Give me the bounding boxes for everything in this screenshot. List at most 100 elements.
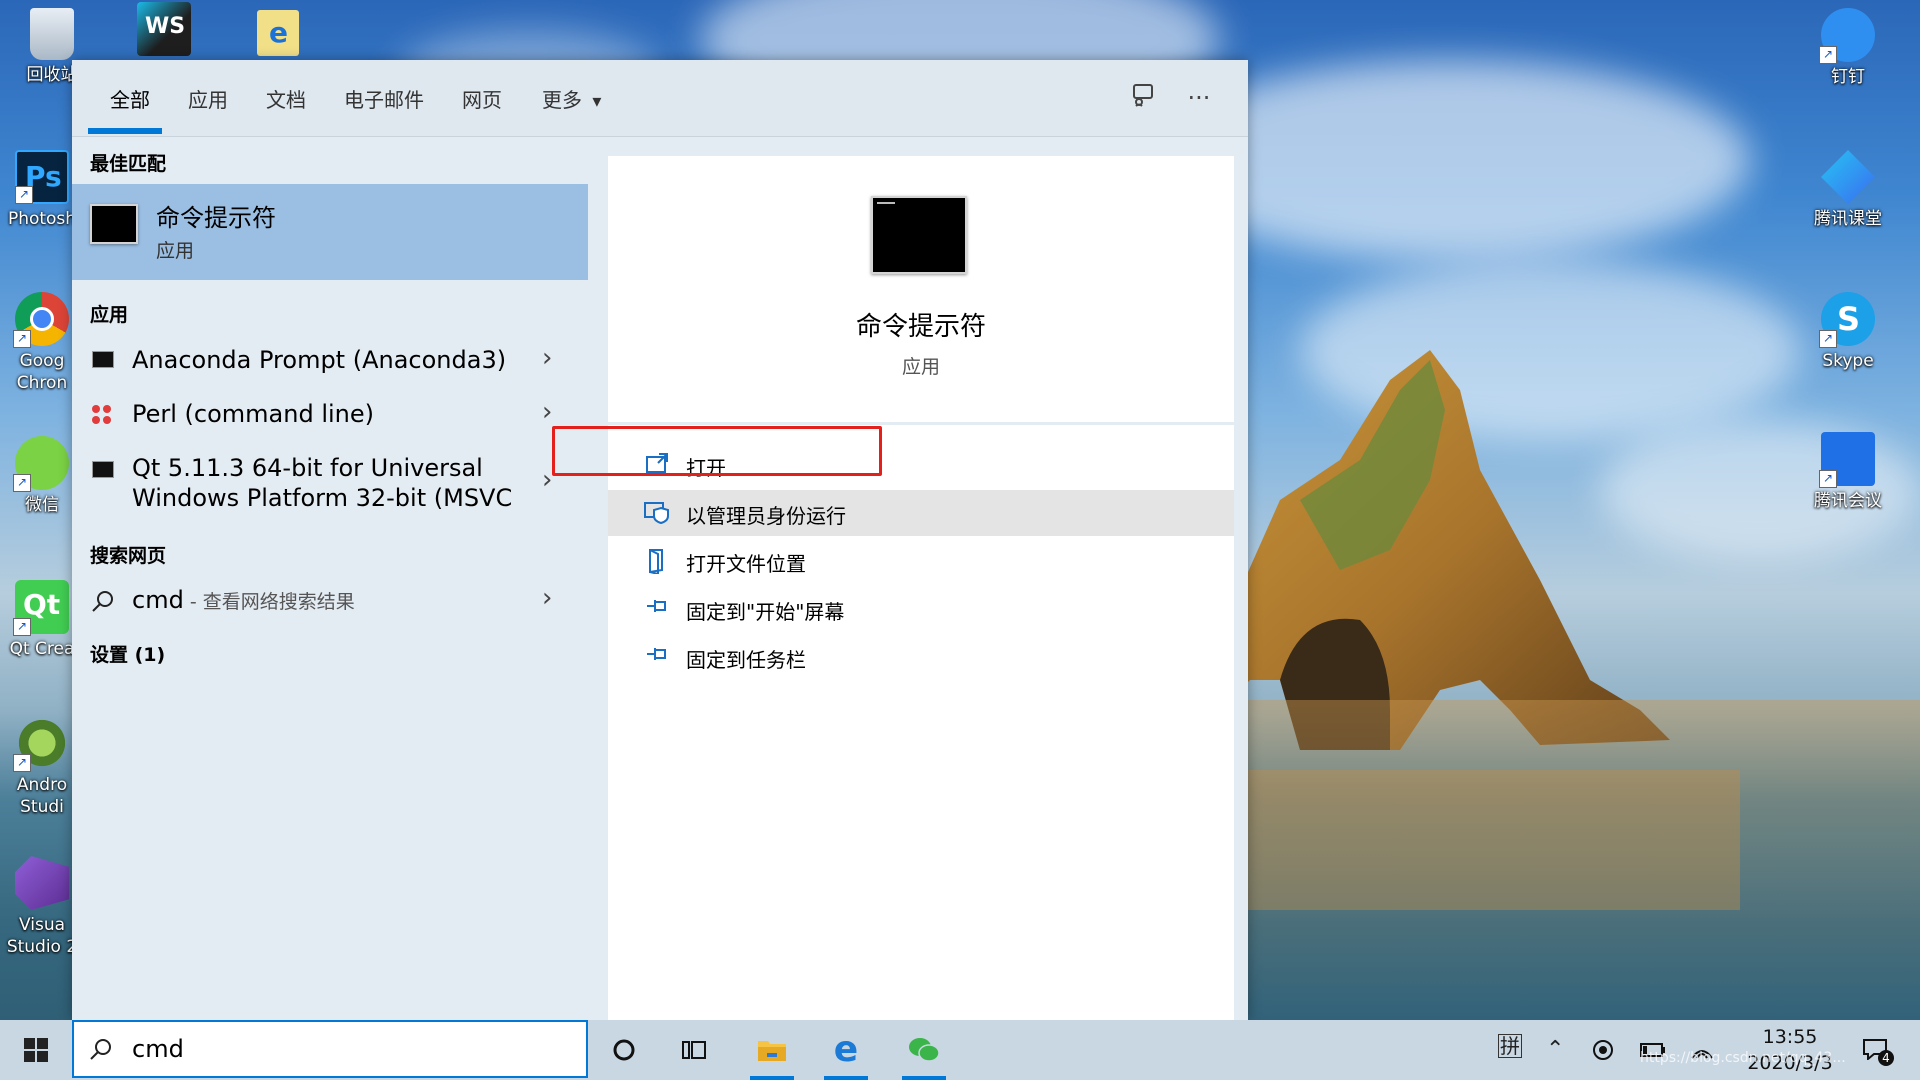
tencent-meeting-icon: ↗ bbox=[1819, 432, 1875, 488]
tab-apps[interactable]: 应用 bbox=[188, 84, 228, 113]
tab-email[interactable]: 电子邮件 bbox=[344, 84, 424, 113]
desktop-icon-skype[interactable]: S ↗ Skype bbox=[1806, 292, 1890, 372]
wechat-icon: ↗ bbox=[13, 436, 69, 492]
chrome-icon: ↗ bbox=[13, 292, 69, 348]
visual-studio-icon bbox=[15, 856, 69, 910]
tab-documents[interactable]: 文档 bbox=[266, 84, 306, 113]
action-label: 打开文件位置 bbox=[686, 552, 806, 576]
chevron-right-icon[interactable]: › bbox=[542, 343, 552, 373]
running-indicator bbox=[824, 1076, 868, 1080]
shortcut-arrow-icon: ↗ bbox=[13, 474, 31, 492]
search-tabs-bar: 全部 应用 文档 电子邮件 网页 更多 ▾ ··· bbox=[72, 60, 1248, 137]
web-search-hint: - 查看网络搜索结果 bbox=[183, 591, 355, 613]
ime-indicator[interactable]: 拼 bbox=[1498, 1034, 1522, 1058]
chevron-down-icon: ▾ bbox=[592, 91, 602, 112]
edge-button[interactable]: e bbox=[818, 1020, 874, 1080]
tab-web[interactable]: 网页 bbox=[462, 84, 502, 113]
taskbar: cmd e 拼 ⌃ 13:55 2020/3/3 4 bbox=[0, 1020, 1920, 1080]
best-match-title: 命令提示符 bbox=[156, 204, 276, 232]
active-tab-indicator bbox=[88, 128, 162, 134]
shortcut-arrow-icon: ↗ bbox=[1819, 46, 1837, 64]
desktop-icon-tencent-meeting[interactable]: ↗ 腾讯会议 bbox=[1806, 432, 1890, 512]
pin-to-start-action[interactable]: 固定到"开始"屏幕 bbox=[608, 586, 1234, 632]
command-prompt-icon bbox=[90, 204, 138, 244]
desktop-icon-webstorm[interactable]: WS bbox=[122, 2, 206, 56]
chevron-right-icon[interactable]: › bbox=[542, 583, 552, 613]
shortcut-arrow-icon: ↗ bbox=[13, 754, 31, 772]
wechat-taskbar-button[interactable] bbox=[896, 1020, 952, 1080]
apps-heading: 应用 bbox=[90, 304, 129, 326]
results-list: 最佳匹配 命令提示符 应用 应用 Anaconda Prompt (Anacon… bbox=[72, 137, 588, 1020]
app-item-label: Anaconda Prompt (Anaconda3) bbox=[132, 346, 507, 374]
file-location-icon bbox=[644, 548, 670, 576]
task-view-button[interactable] bbox=[666, 1020, 722, 1080]
action-label: 固定到"开始"屏幕 bbox=[686, 600, 845, 624]
detail-pane: 命令提示符 应用 打开 以管理员身份运行 打开文件位置 固定到"开始"屏幕 固定… bbox=[608, 156, 1234, 1020]
search-input[interactable]: cmd bbox=[132, 1035, 184, 1063]
action-label: 固定到任务栏 bbox=[686, 648, 806, 672]
action-label: 以管理员身份运行 bbox=[686, 504, 846, 528]
chevron-right-icon[interactable]: › bbox=[542, 397, 552, 427]
shortcut-arrow-icon: ↗ bbox=[15, 186, 33, 204]
web-search-item[interactable]: cmd - 查看网络搜索结果 › bbox=[72, 579, 588, 625]
app-item-label: Qt 5.11.3 64-bit for Universal Windows P… bbox=[132, 454, 513, 512]
android-studio-icon: ↗ bbox=[13, 716, 69, 772]
perl-icon bbox=[92, 405, 112, 425]
desktop-icon-label: Skype bbox=[1822, 351, 1874, 371]
running-indicator bbox=[750, 1076, 794, 1080]
qt-creator-icon: Qt ↗ bbox=[13, 580, 69, 636]
search-icon bbox=[90, 589, 116, 619]
tab-more[interactable]: 更多 ▾ bbox=[542, 84, 601, 113]
highlight-annotation-box bbox=[552, 426, 882, 476]
start-button[interactable] bbox=[8, 1020, 64, 1080]
detail-subtitle: 应用 bbox=[901, 356, 940, 378]
best-match-heading: 最佳匹配 bbox=[90, 153, 167, 175]
desktop-icon-dingtalk[interactable]: ↗ 钉钉 bbox=[1806, 8, 1890, 88]
clock-time: 13:55 bbox=[1762, 1026, 1818, 1048]
command-prompt-large-icon bbox=[871, 196, 967, 274]
app-item-anaconda[interactable]: Anaconda Prompt (Anaconda3) › bbox=[72, 339, 588, 385]
more-options-button[interactable]: ··· bbox=[1182, 82, 1216, 116]
shortcut-arrow-icon: ↗ bbox=[1819, 470, 1837, 488]
shield-icon bbox=[644, 500, 670, 526]
app-item-perl[interactable]: Perl (command line) › bbox=[72, 393, 588, 439]
console-icon bbox=[92, 461, 114, 478]
record-icon[interactable] bbox=[1592, 1020, 1614, 1080]
feedback-icon[interactable] bbox=[1126, 82, 1160, 116]
desktop-icon-ie[interactable]: e bbox=[236, 10, 320, 56]
console-icon bbox=[92, 351, 114, 368]
desktop-icon-tencent-classroom[interactable]: 腾讯课堂 bbox=[1806, 150, 1890, 230]
app-item-qt[interactable]: Qt 5.11.3 64-bit for Universal Windows P… bbox=[72, 447, 588, 519]
edge-icon: e bbox=[833, 1029, 859, 1070]
open-file-location-action[interactable]: 打开文件位置 bbox=[608, 538, 1234, 584]
shortcut-arrow-icon: ↗ bbox=[1819, 330, 1837, 348]
pin-to-taskbar-action[interactable]: 固定到任务栏 bbox=[608, 634, 1234, 680]
web-search-query: cmd bbox=[132, 586, 184, 614]
run-as-admin-action[interactable]: 以管理员身份运行 bbox=[608, 490, 1234, 536]
watermark-text: https://blog.csdn.net/qq_43... bbox=[1640, 1050, 1846, 1066]
app-item-label: Perl (command line) bbox=[132, 400, 375, 428]
detail-title: 命令提示符 bbox=[855, 312, 986, 342]
tab-all[interactable]: 全部 bbox=[110, 84, 150, 113]
best-match-item[interactable]: 命令提示符 应用 bbox=[72, 184, 588, 280]
taskbar-search-box[interactable]: cmd bbox=[72, 1020, 588, 1078]
search-panel: 全部 应用 文档 电子邮件 网页 更多 ▾ ··· 最佳匹配 命令提示符 应用 … bbox=[72, 60, 1248, 1020]
recycle-bin-icon bbox=[30, 8, 74, 60]
notification-count-badge: 4 bbox=[1878, 1050, 1894, 1066]
notification-center-button[interactable]: 4 bbox=[1862, 1020, 1894, 1080]
running-indicator bbox=[902, 1076, 946, 1080]
chevron-right-icon[interactable]: › bbox=[542, 465, 552, 495]
pin-icon bbox=[644, 644, 670, 670]
shortcut-arrow-icon: ↗ bbox=[13, 618, 31, 636]
file-explorer-button[interactable] bbox=[744, 1020, 800, 1080]
search-icon bbox=[88, 1037, 114, 1067]
settings-heading[interactable]: 设置 (1) bbox=[90, 640, 165, 667]
photoshop-icon: Ps ↗ bbox=[15, 150, 69, 204]
desktop-icon-label: 腾讯课堂 bbox=[1814, 209, 1882, 229]
tencent-classroom-icon bbox=[1821, 150, 1875, 204]
chevron-up-icon[interactable]: ⌃ bbox=[1546, 1020, 1564, 1080]
ie-icon: e bbox=[257, 10, 299, 56]
webstorm-icon: WS bbox=[137, 2, 191, 56]
desktop-icon-label: 钉钉 bbox=[1831, 67, 1865, 87]
cortana-button[interactable] bbox=[596, 1020, 652, 1080]
